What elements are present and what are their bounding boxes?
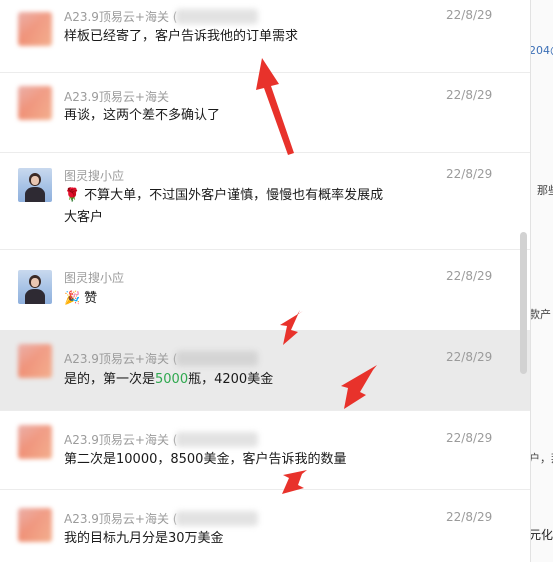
panel-text: 那些 bbox=[537, 184, 553, 197]
rose-icon: 🌹 bbox=[64, 188, 81, 203]
message-date: 22/8/29 bbox=[446, 88, 493, 102]
avatar[interactable] bbox=[18, 86, 52, 120]
message-item[interactable]: A23.9顶易云+海关 ( 22/8/29 我的目标九月分是30万美金 bbox=[0, 490, 530, 562]
panel-text: 元化 bbox=[530, 528, 553, 542]
avatar[interactable] bbox=[18, 508, 52, 542]
message-date: 22/8/29 bbox=[446, 167, 493, 181]
sender-name: A23.9顶易云+海关 ( bbox=[64, 433, 178, 447]
message-text: 我的目标九月分是30万美金 bbox=[64, 531, 224, 546]
message-item[interactable]: 图灵搜小应 22/8/29 🎉 赞 bbox=[0, 250, 530, 330]
message-text: 再谈，这两个差不多确认了 bbox=[64, 108, 221, 123]
message-text: 第二次是10000，8500美金，客户告诉我的数量 bbox=[64, 452, 347, 467]
avatar[interactable] bbox=[18, 344, 52, 378]
message-text-part: 是的，第一次是 bbox=[64, 372, 156, 387]
message-item[interactable]: A23.9顶易云+海关 ( 22/8/29 第二次是10000，8500美金，客… bbox=[0, 411, 530, 489]
sender-name-redacted bbox=[176, 511, 258, 526]
message-date: 22/8/29 bbox=[446, 350, 493, 364]
sender-name: A23.9顶易云+海关 ( bbox=[64, 512, 178, 526]
message-date: 22/8/29 bbox=[446, 510, 493, 524]
message-date: 22/8/29 bbox=[446, 269, 493, 283]
message-text-line: 不算大单，不过国外客户谨慎，慢慢也有概率发展成 bbox=[80, 188, 384, 203]
message-text-line: 大客户 bbox=[64, 210, 104, 225]
chat-message-list[interactable]: A23.9顶易云+海关 ( 22/8/29 样板已经寄了，客户告诉我他的订单需求… bbox=[0, 0, 530, 562]
panel-text: 户，拜 bbox=[530, 452, 553, 465]
party-popper-icon: 🎉 bbox=[64, 291, 81, 306]
message-text-part: 瓶，4200美金 bbox=[188, 372, 274, 387]
sender-name: A23.9顶易云+海关 bbox=[64, 90, 169, 104]
sender-name: 图灵搜小应 bbox=[64, 271, 125, 285]
highlighted-number: 5000 bbox=[155, 372, 189, 387]
sender-name-redacted bbox=[176, 351, 258, 366]
message-text: 🌹 不算大单，不过国外客户谨慎，慢慢也有概率发展成 大客户 bbox=[64, 185, 444, 229]
avatar[interactable] bbox=[18, 12, 52, 46]
message-item[interactable]: A23.9顶易云+海关 ( 22/8/29 样板已经寄了，客户告诉我他的订单需求 bbox=[0, 0, 530, 72]
message-date: 22/8/29 bbox=[446, 431, 493, 445]
sender-name: A23.9顶易云+海关 ( bbox=[64, 352, 178, 366]
panel-text: 款产 bbox=[530, 308, 551, 321]
sender-name: 图灵搜小应 bbox=[64, 169, 125, 183]
scrollbar-thumb[interactable] bbox=[520, 232, 527, 374]
message-text: 样板已经寄了，客户告诉我他的订单需求 bbox=[64, 29, 299, 44]
panel-text: 204@) bbox=[530, 44, 553, 57]
message-date: 22/8/29 bbox=[446, 8, 493, 22]
message-text: 🎉 赞 bbox=[64, 288, 424, 310]
sender-name: A23.9顶易云+海关 ( bbox=[64, 10, 178, 24]
avatar[interactable] bbox=[18, 425, 52, 459]
sender-name-redacted bbox=[176, 9, 258, 24]
message-item-selected[interactable]: A23.9顶易云+海关 ( 22/8/29 是的，第一次是5000瓶，4200美… bbox=[0, 330, 530, 410]
message-item[interactable]: A23.9顶易云+海关 22/8/29 再谈，这两个差不多确认了 bbox=[0, 73, 530, 152]
avatar[interactable] bbox=[18, 168, 52, 202]
avatar[interactable] bbox=[18, 270, 52, 304]
sender-name-redacted bbox=[176, 432, 258, 447]
right-side-panel: 204@) 那些 款产 户，拜 元化 bbox=[530, 0, 553, 562]
message-text-line: 赞 bbox=[80, 291, 98, 306]
message-item[interactable]: 图灵搜小应 22/8/29 🌹 不算大单，不过国外客户谨慎，慢慢也有概率发展成 … bbox=[0, 153, 530, 249]
message-text: 是的，第一次是5000瓶，4200美金 bbox=[64, 369, 424, 391]
